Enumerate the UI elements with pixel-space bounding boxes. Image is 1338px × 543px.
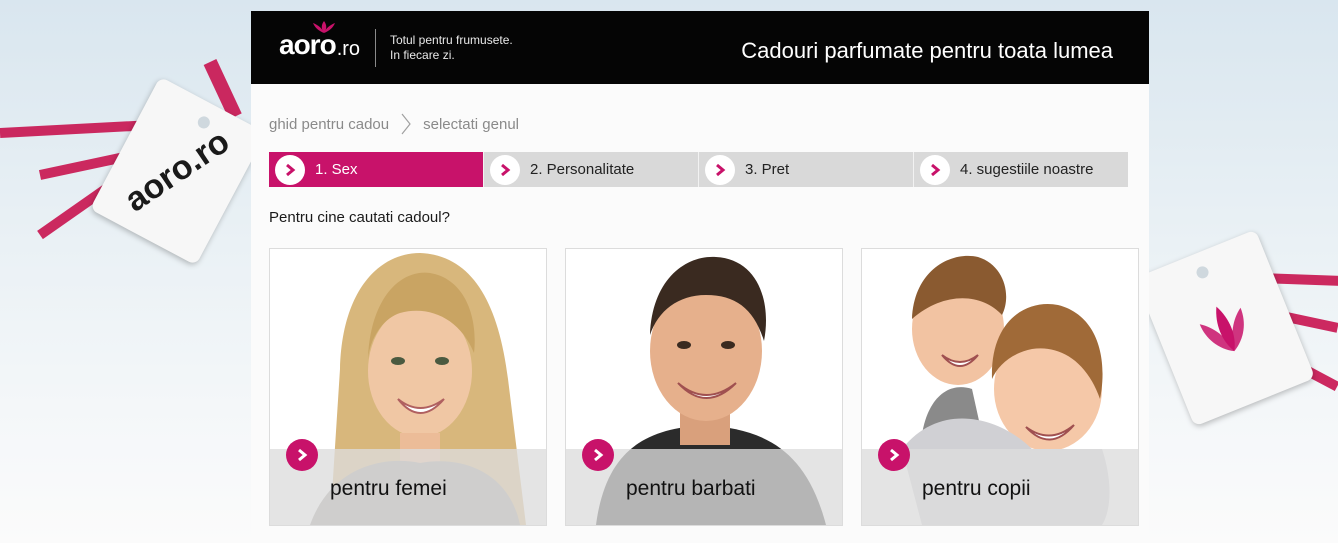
step-label: 1. Sex (315, 161, 358, 178)
gender-options: pentru femei pentru barbati pentru copii (269, 248, 1139, 526)
step-suggestions[interactable]: 4. sugestiile noastre (914, 152, 1128, 187)
lotus-icon (1199, 306, 1244, 352)
gift-tag-left: aoro.ro (89, 76, 267, 266)
lotus-icon (313, 21, 335, 33)
gift-tag-right (1134, 229, 1316, 427)
header-divider (375, 29, 376, 67)
question-text: Pentru cine cautati cadoul? (269, 209, 450, 226)
tagline-line1: Totul pentru frumusete. (390, 33, 513, 47)
site-header: aoro .ro Totul pentru frumusete. In fiec… (251, 11, 1149, 84)
step-label: 4. sugestiile noastre (960, 161, 1094, 178)
gift-tag-logo-text: aoro.ro (118, 122, 237, 220)
tagline: Totul pentru frumusete. In fiecare zi. (390, 33, 513, 63)
logo-suffix: .ro (336, 38, 361, 60)
main-panel: aoro .ro Totul pentru frumusete. In fiec… (251, 11, 1149, 543)
site-logo[interactable]: aoro .ro (279, 21, 361, 61)
step-label: 3. Pret (745, 161, 790, 178)
chevron-right-icon (286, 439, 318, 471)
step-label: 2. Personalitate (530, 161, 635, 178)
step-price[interactable]: 3. Pret (699, 152, 914, 187)
breadcrumb-item-guide[interactable]: ghid pentru cadou (269, 116, 389, 133)
chevron-right-icon (705, 154, 735, 185)
chevron-right-icon (920, 154, 950, 185)
breadcrumb: ghid pentru cadou selectati genul (269, 113, 519, 135)
chevron-right-icon (582, 439, 614, 471)
chevron-right-icon (401, 113, 411, 135)
card-label-men: pentru barbati (626, 477, 756, 500)
step-sex[interactable]: 1. Sex (269, 152, 484, 187)
logo-name: aoro (279, 29, 337, 60)
breadcrumb-item-current: selectati genul (423, 115, 520, 133)
card-label-children: pentru copii (922, 477, 1031, 500)
chevron-right-icon (490, 154, 520, 185)
chevron-right-icon (878, 439, 910, 471)
card-label-women: pentru femei (330, 477, 447, 500)
chevron-right-icon (275, 154, 305, 185)
option-card-men[interactable]: pentru barbati (565, 248, 843, 526)
step-progress: 1. Sex 2. Personalitate 3. Pret 4. suges… (269, 152, 1128, 187)
page-headline: Cadouri parfumate pentru toata lumea (741, 38, 1113, 63)
option-card-children[interactable]: pentru copii (861, 248, 1139, 526)
tagline-line2: In fiecare zi. (390, 48, 455, 62)
option-card-women[interactable]: pentru femei (269, 248, 547, 526)
step-personality[interactable]: 2. Personalitate (484, 152, 699, 187)
